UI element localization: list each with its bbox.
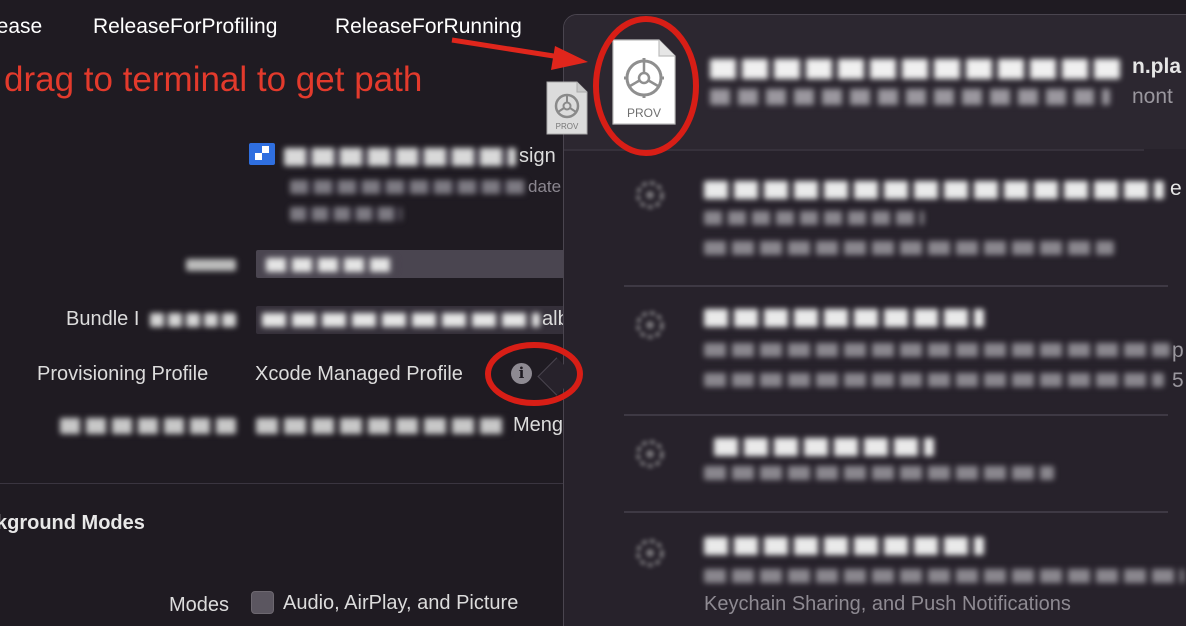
info-icon[interactable]: i <box>511 363 532 384</box>
cert-label-redacted <box>60 418 236 434</box>
item-separator <box>624 511 1168 513</box>
capability-detail2-suffix: 5 <box>1172 369 1184 392</box>
provisioning-profile-label: Provisioning Profile <box>37 363 209 385</box>
capability-title-redacted <box>704 181 1164 199</box>
section-divider <box>0 483 563 484</box>
team-label-redacted <box>186 259 236 271</box>
prov-file-icon[interactable]: PROV <box>611 38 677 126</box>
bundle-identifier-redacted <box>262 313 540 327</box>
provisioning-profile-value: Xcode Managed Profile <box>255 363 463 385</box>
capability-gear-icon <box>636 181 664 209</box>
tab-release-for-profiling[interactable]: ReleaseForProfiling <box>93 15 277 39</box>
signing-detail-line2-redacted <box>290 207 402 221</box>
capability-item: e <box>564 161 1186 279</box>
modes-label: Modes <box>169 594 230 616</box>
capability-title-redacted <box>714 438 934 456</box>
profile-name-redacted <box>710 59 1120 79</box>
capability-detail-redacted <box>704 211 924 225</box>
profile-name-suffix: n.pla <box>1132 55 1182 78</box>
prov-file-drag-label: PROV <box>555 122 579 131</box>
header-separator <box>564 149 1144 151</box>
signing-text-suffix: sign <box>519 145 556 167</box>
bundle-label-redacted <box>150 313 236 327</box>
capability-gear-icon <box>636 311 664 339</box>
profile-expiry-redacted <box>710 89 1110 105</box>
capability-gear-icon <box>636 440 664 468</box>
capability-item: p 5 <box>564 291 1186 409</box>
capability-detail-suffix: p <box>1172 339 1184 362</box>
audio-airplay-checkbox[interactable] <box>251 591 274 614</box>
capability-detail-redacted <box>704 343 1170 357</box>
capability-title-redacted <box>704 537 984 555</box>
capability-detail-redacted <box>704 569 1184 583</box>
cert-value-suffix: Meng <box>513 414 564 436</box>
annotation-arrow-line <box>451 37 561 60</box>
signing-detail-redacted <box>290 180 526 194</box>
xcode-window: lease ReleaseForProfiling ReleaseForRunn… <box>0 0 1186 626</box>
capability-title-suffix: e <box>1170 177 1182 200</box>
item-separator <box>624 414 1168 416</box>
team-select-value-redacted <box>266 258 396 272</box>
prov-file-label: PROV <box>626 106 661 120</box>
tab-release[interactable]: lease <box>0 15 42 39</box>
tab-release-for-running[interactable]: ReleaseForRunning <box>335 15 522 39</box>
capability-detail2-redacted <box>704 373 1164 387</box>
audio-airplay-label: Audio, AirPlay, and Picture <box>283 592 519 614</box>
capability-title-redacted <box>704 309 984 327</box>
prov-file-drag-icon[interactable]: PROV <box>545 80 589 136</box>
capability-footer-text: Keychain Sharing, and Push Notifications <box>704 593 1071 615</box>
bundle-identifier-label: Bundle I <box>66 308 140 330</box>
signing-text-redacted <box>284 148 516 166</box>
capability-gear-icon <box>636 539 664 567</box>
item-separator <box>624 285 1168 287</box>
capability-detail-redacted <box>704 466 1054 480</box>
signing-detail-suffix: date <box>528 177 562 196</box>
background-modes-title: kground Modes <box>0 512 145 534</box>
capability-detail2-redacted <box>704 241 1114 255</box>
cert-value-redacted <box>256 418 508 434</box>
profile-expiry-suffix: nont <box>1132 85 1173 108</box>
team-badge-icon <box>249 143 275 165</box>
annotation-text: drag to terminal to get path <box>4 60 423 99</box>
